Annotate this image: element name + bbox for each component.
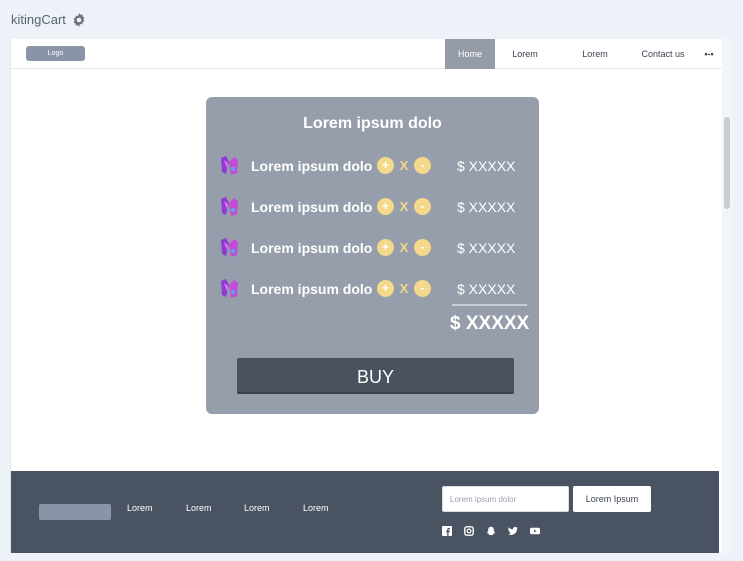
increment-button[interactable]: +: [377, 280, 394, 297]
footer-logo[interactable]: [39, 504, 111, 520]
product-icon: [221, 279, 238, 298]
gear-icon[interactable]: [72, 12, 86, 27]
footer-link[interactable]: Lorem: [186, 503, 212, 513]
product-price: $ XXXXX: [457, 281, 516, 297]
decrement-button[interactable]: -: [414, 198, 431, 215]
cart-card: Lorem ipsum dolo Lorem ipsum dolo + X - …: [206, 97, 539, 414]
app-title: kitingCart: [11, 12, 66, 27]
quantity-stepper: + X -: [377, 157, 431, 174]
social-links: [442, 526, 540, 536]
quantity-stepper: + X -: [377, 280, 431, 297]
cart-row: Lorem ipsum dolo + X - $ XXXXX: [218, 195, 528, 219]
cart-row: Lorem ipsum dolo + X - $ XXXXX: [218, 154, 528, 178]
buy-button[interactable]: BUY: [237, 358, 514, 394]
app-title-bar: kitingCart: [11, 12, 86, 27]
nav-contact-us[interactable]: Contact us: [639, 39, 687, 69]
scrollbar-thumb[interactable]: [724, 117, 730, 209]
nav-lorem-1[interactable]: Lorem: [505, 39, 545, 69]
nav-home[interactable]: Home: [445, 39, 495, 69]
quantity-stepper: + X -: [377, 239, 431, 256]
snapchat-icon[interactable]: [486, 526, 496, 536]
youtube-icon[interactable]: [530, 526, 540, 536]
product-price: $ XXXXX: [457, 158, 516, 174]
decrement-button[interactable]: -: [414, 280, 431, 297]
product-icon: [221, 197, 238, 216]
more-menu-icon[interactable]: •-•: [701, 39, 717, 69]
product-name: Lorem ipsum dolo: [251, 199, 373, 215]
cart-row: Lorem ipsum dolo + X - $ XXXXX: [218, 236, 528, 260]
decrement-button[interactable]: -: [414, 157, 431, 174]
cart-title: Lorem ipsum dolo: [303, 115, 442, 132]
product-icon: [221, 238, 238, 257]
product-icon: [221, 156, 238, 175]
twitter-icon[interactable]: [508, 526, 518, 536]
increment-button[interactable]: +: [377, 198, 394, 215]
newsletter-input[interactable]: [442, 486, 569, 512]
footer-link[interactable]: Lorem: [244, 503, 270, 513]
page-scrollbar[interactable]: [722, 39, 732, 553]
increment-button[interactable]: +: [377, 157, 394, 174]
product-price: $ XXXXX: [457, 240, 516, 256]
cart-total: $ XXXXX: [450, 313, 530, 334]
page-frame: Logo Home Lorem Lorem Contact us •-• Lor…: [10, 39, 732, 553]
top-navbar: Logo Home Lorem Lorem Contact us •-•: [11, 39, 723, 69]
multiply-sign: X: [399, 281, 409, 296]
cart-row: Lorem ipsum dolo + X - $ XXXXX: [218, 277, 528, 301]
product-name: Lorem ipsum dolo: [251, 240, 373, 256]
increment-button[interactable]: +: [377, 239, 394, 256]
logo[interactable]: Logo: [26, 46, 85, 61]
facebook-icon[interactable]: [442, 526, 452, 536]
product-price: $ XXXXX: [457, 199, 516, 215]
total-divider: [452, 304, 527, 306]
footer: Lorem Lorem Lorem Lorem Lorem Ipsum: [11, 471, 719, 553]
multiply-sign: X: [399, 199, 409, 214]
product-name: Lorem ipsum dolo: [251, 281, 373, 297]
subscribe-button[interactable]: Lorem Ipsum: [573, 486, 651, 512]
footer-link[interactable]: Lorem: [127, 503, 153, 513]
instagram-icon[interactable]: [464, 526, 474, 536]
quantity-stepper: + X -: [377, 198, 431, 215]
footer-link[interactable]: Lorem: [303, 503, 329, 513]
decrement-button[interactable]: -: [414, 239, 431, 256]
multiply-sign: X: [399, 240, 409, 255]
product-name: Lorem ipsum dolo: [251, 158, 373, 174]
nav-lorem-2[interactable]: Lorem: [575, 39, 615, 69]
multiply-sign: X: [399, 158, 409, 173]
